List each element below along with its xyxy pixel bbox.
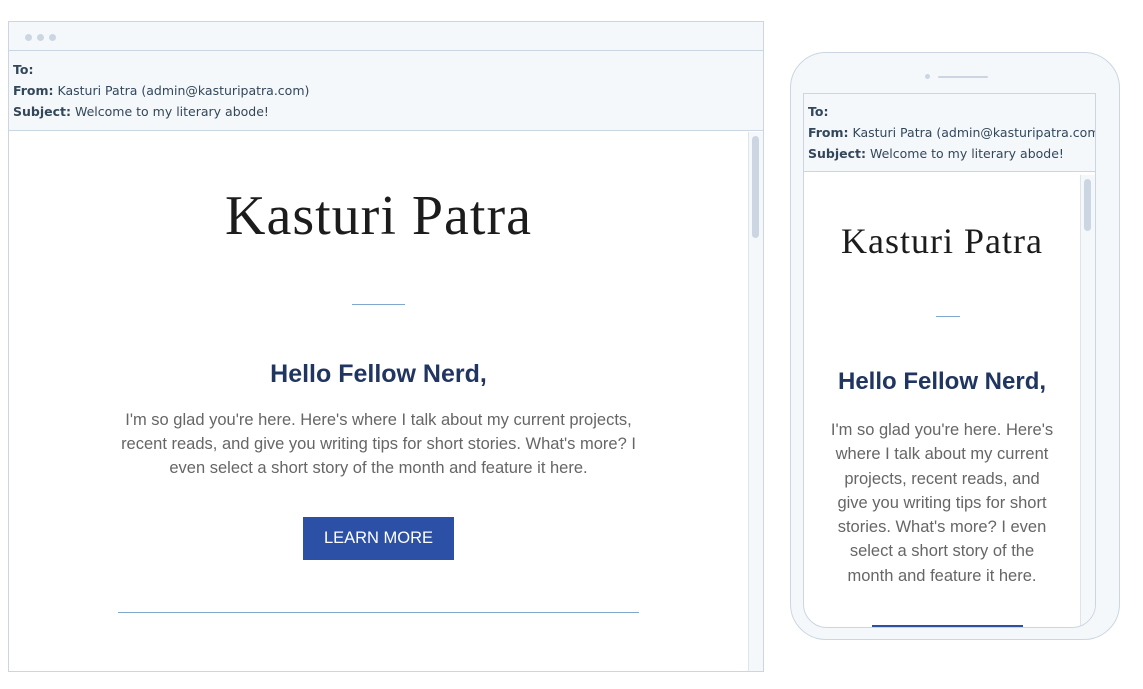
brand-logo: Kasturi Patra [225, 185, 532, 247]
scrollbar-thumb[interactable] [752, 136, 759, 238]
scrollbar[interactable] [748, 132, 763, 671]
subject-row: Subject: Welcome to my literary abode! [13, 101, 763, 122]
subject-value: Welcome to my literary abode! [869, 146, 1064, 161]
mobile-preview: To: From: Kasturi Patra (admin@kasturipa… [790, 52, 1120, 640]
email-headers: To: From: Kasturi Patra (admin@kasturipa… [9, 51, 763, 131]
to-row: To: [808, 101, 1095, 122]
to-label: To: [13, 62, 34, 77]
intro-paragraph: I'm so glad you're here. Here's where I … [830, 421, 1054, 585]
intro-paragraph: I'm so glad you're here. Here's where I … [121, 411, 636, 477]
learn-more-button[interactable]: LEARN MORE [303, 517, 454, 560]
from-value: Kasturi Patra (admin@kasturipatra.com) [57, 83, 310, 98]
email-headers: To: From: Kasturi Patra (admin@kasturipa… [804, 94, 1095, 172]
desktop-preview: To: From: Kasturi Patra (admin@kasturipa… [8, 21, 764, 672]
window-dot-icon [37, 34, 44, 41]
window-dot-icon [49, 34, 56, 41]
to-row: To: [13, 59, 763, 80]
scrollbar[interactable] [1080, 175, 1095, 627]
from-row: From: Kasturi Patra (admin@kasturipatra.… [13, 80, 763, 101]
from-value: Kasturi Patra (admin@kasturipatra.com) [852, 125, 1096, 140]
email-body[interactable]: Kasturi Patra Hello Fellow Nerd, I'm so … [804, 175, 1095, 627]
to-label: To: [808, 104, 829, 119]
window-chrome [9, 22, 763, 51]
camera-icon [925, 74, 930, 79]
subject-value: Welcome to my literary abode! [74, 104, 269, 119]
from-row: From: Kasturi Patra (admin@kasturipatra.… [808, 122, 1095, 143]
email-content: Kasturi Patra Hello Fellow Nerd, I'm so … [804, 175, 1080, 627]
mobile-screen: To: From: Kasturi Patra (admin@kasturipa… [803, 93, 1096, 628]
short-divider [352, 304, 405, 305]
subject-label: Subject: [13, 104, 71, 119]
brand-logo: Kasturi Patra [841, 221, 1043, 261]
scrollbar-thumb[interactable] [1084, 179, 1091, 231]
greeting-heading: Hello Fellow Nerd, [270, 360, 487, 388]
short-divider [936, 316, 960, 317]
greeting-heading: Hello Fellow Nerd, [837, 368, 1047, 395]
long-divider [118, 612, 639, 613]
learn-more-button[interactable]: LEARN MORE [872, 625, 1023, 627]
speaker-icon [938, 76, 988, 78]
email-content: Kasturi Patra Hello Fellow Nerd, I'm so … [9, 132, 748, 671]
subject-label: Subject: [808, 146, 866, 161]
from-label: From: [808, 125, 849, 140]
window-dot-icon [25, 34, 32, 41]
email-body[interactable]: Kasturi Patra Hello Fellow Nerd, I'm so … [9, 132, 763, 671]
subject-row: Subject: Welcome to my literary abode! [808, 143, 1095, 164]
from-label: From: [13, 83, 54, 98]
